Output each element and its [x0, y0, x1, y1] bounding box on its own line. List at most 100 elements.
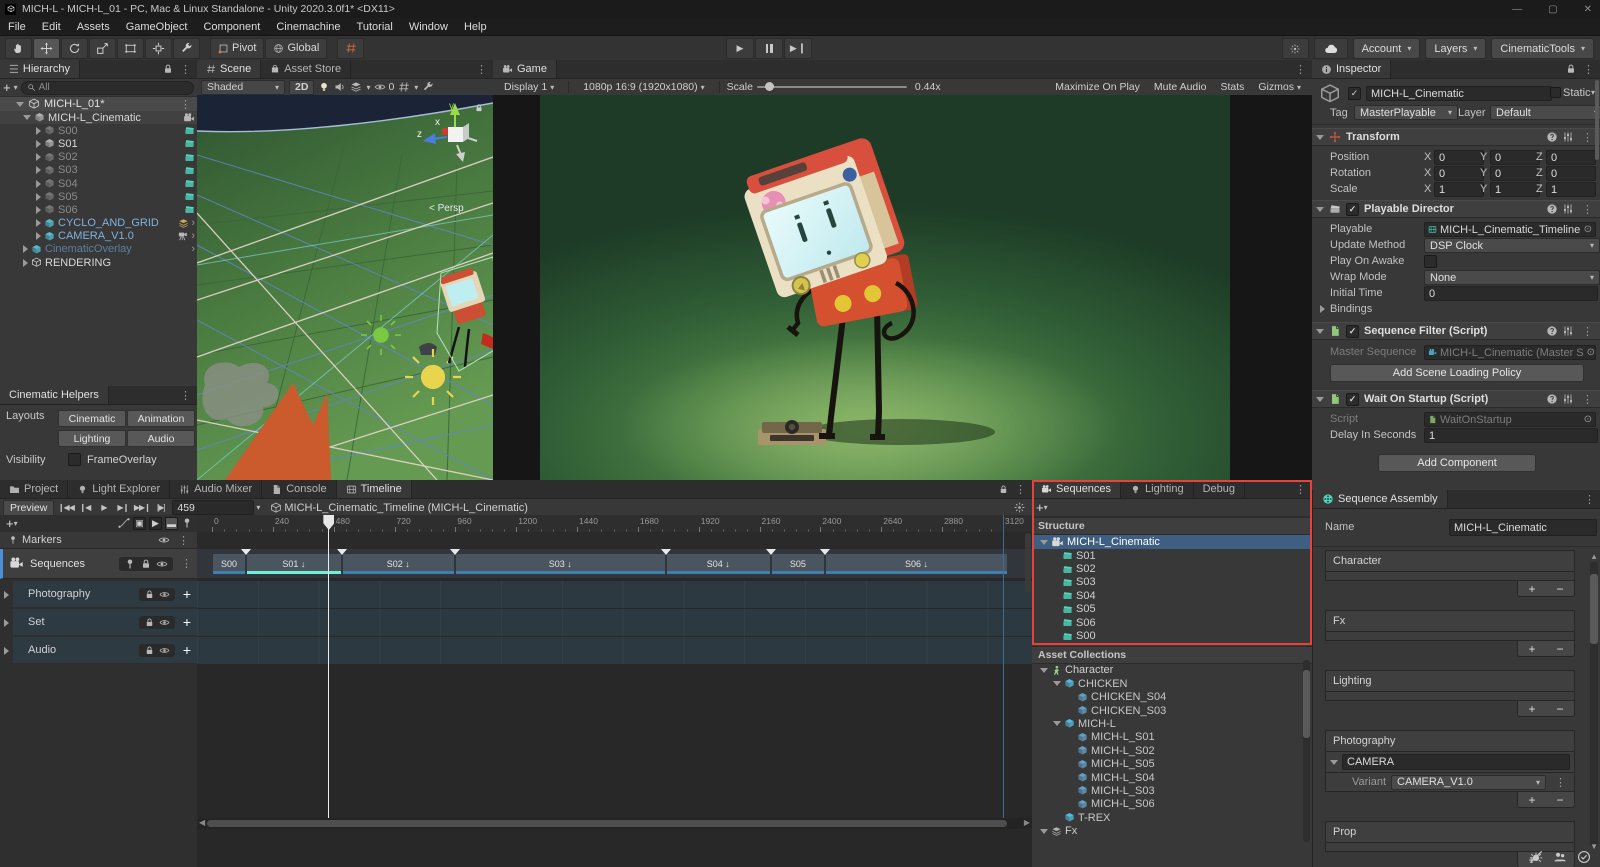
- sequence-marker[interactable]: [241, 549, 251, 555]
- asset-item[interactable]: CHICKEN_S03: [1032, 704, 1312, 717]
- hierarchy-item[interactable]: S02: [0, 151, 197, 164]
- section-add-button[interactable]: +: [1518, 641, 1546, 656]
- prefab-chevron-icon[interactable]: ›: [191, 217, 195, 229]
- add-clip-button[interactable]: +: [183, 642, 191, 658]
- sequence-item-s05[interactable]: S05: [1032, 603, 1312, 616]
- wait-on-startup-header[interactable]: ✓ Wait On Startup (Script) ⋮: [1312, 390, 1600, 408]
- assembly-scroll-thumb[interactable]: [1590, 574, 1598, 644]
- assembly-asset-row[interactable]: CAMERA: [1325, 752, 1575, 773]
- layout-animation-button[interactable]: Animation: [127, 410, 195, 427]
- play-button[interactable]: ▶: [94, 501, 113, 515]
- transform-scale-y-field[interactable]: 1: [1490, 182, 1540, 197]
- asset-item[interactable]: MICH-L_S04: [1032, 771, 1312, 784]
- tab-game[interactable]: Game: [493, 60, 557, 78]
- presets-icon[interactable]: [1562, 393, 1574, 405]
- sequence-item-s01[interactable]: S01: [1032, 549, 1312, 562]
- timeline-clip-s03[interactable]: S03 ↓: [455, 553, 666, 575]
- add-component-button[interactable]: Add Component: [1378, 454, 1536, 472]
- asset-item[interactable]: CHICKEN: [1032, 677, 1312, 690]
- sequence-playable-icon[interactable]: [184, 204, 195, 215]
- timeline-clip-s02[interactable]: S02 ↓: [342, 553, 455, 575]
- bindings-foldout[interactable]: Bindings: [1330, 303, 1372, 315]
- hidden-objects-toggle[interactable]: 0: [374, 81, 394, 93]
- track-lane-audio[interactable]: [197, 637, 1032, 664]
- tab-debug[interactable]: Debug: [1194, 480, 1245, 498]
- initial-time-field[interactable]: 0: [1424, 286, 1598, 301]
- eye-icon[interactable]: [159, 589, 170, 600]
- tab-project[interactable]: Project: [0, 480, 68, 498]
- asset-item[interactable]: T-REX: [1032, 811, 1312, 824]
- asset-item[interactable]: MICH-L_S02: [1032, 744, 1312, 757]
- menu-help[interactable]: Help: [456, 18, 495, 35]
- variant-menu-icon[interactable]: ⋮: [1551, 776, 1570, 789]
- panel-menu-icon[interactable]: ⋮: [472, 63, 491, 76]
- add-sequence-caret[interactable]: ▾: [1044, 503, 1048, 512]
- next-frame-button[interactable]: ▶❙: [113, 501, 132, 515]
- tab-sequence-assembly[interactable]: Sequence Assembly: [1313, 490, 1448, 508]
- hierarchy-item[interactable]: CinematicOverlay›: [0, 243, 197, 256]
- section-remove-button[interactable]: −: [1546, 581, 1574, 596]
- scene-tools-icon[interactable]: [422, 81, 434, 93]
- variant-dropdown[interactable]: CAMERA_V1.0▾: [1391, 775, 1546, 790]
- tab-cinematic-helpers[interactable]: Cinematic Helpers: [0, 386, 109, 404]
- tab-sequences[interactable]: Sequences: [1032, 480, 1121, 498]
- menu-file[interactable]: File: [0, 18, 34, 35]
- transform-tool-button[interactable]: [145, 38, 172, 59]
- maximize-button[interactable]: ▢: [1548, 4, 1557, 15]
- sequence-marker[interactable]: [766, 549, 776, 555]
- lock-icon[interactable]: [144, 645, 155, 656]
- rotate-tool-button[interactable]: [61, 38, 88, 59]
- add-sequence-button[interactable]: +: [1036, 500, 1044, 515]
- transform-scale-z-field[interactable]: 1: [1546, 182, 1596, 197]
- transform-rotation-x-field[interactable]: 0: [1434, 166, 1484, 181]
- timeline-hscrollbar[interactable]: ◀ ▶: [197, 818, 1032, 829]
- transform-rotation-z-field[interactable]: 0: [1546, 166, 1596, 181]
- playable-director-header[interactable]: ✓ Playable Director ⋮: [1312, 200, 1600, 218]
- play-on-awake-checkbox[interactable]: [1424, 255, 1437, 268]
- hierarchy-item[interactable]: S03: [0, 164, 197, 177]
- hierarchy-item[interactable]: CYCLO_AND_GRID›: [0, 217, 197, 230]
- eye-icon[interactable]: [158, 534, 170, 546]
- component-menu-icon[interactable]: ⋮: [1578, 325, 1597, 338]
- assembly-section-header[interactable]: Character: [1325, 550, 1575, 572]
- panel-menu-icon[interactable]: ⋮: [176, 63, 195, 76]
- gizmos-button[interactable]: Gizmos▾: [1251, 79, 1308, 95]
- menu-assets[interactable]: Assets: [69, 18, 118, 35]
- cloud-icon[interactable]: [1314, 38, 1348, 59]
- track-header-audio[interactable]: Audio+: [0, 637, 197, 664]
- scene-lighting-icon[interactable]: [318, 81, 330, 93]
- 2d-toggle[interactable]: 2D: [289, 80, 314, 95]
- collab-status-icon[interactable]: [1553, 850, 1567, 864]
- display-dropdown[interactable]: Display 1▾: [497, 79, 561, 95]
- sequence-filter-header[interactable]: ✓ Sequence Filter (Script) ⋮: [1312, 322, 1600, 340]
- hierarchy-item[interactable]: S00: [0, 124, 197, 137]
- tab-scene[interactable]: Scene: [197, 60, 261, 78]
- update-method-dropdown[interactable]: DSP Clock▾: [1424, 238, 1600, 253]
- scale-slider-thumb[interactable]: [765, 82, 774, 91]
- transform-scale-x-field[interactable]: 1: [1434, 182, 1484, 197]
- assembly-scroll-down-arrow[interactable]: ▼: [1590, 842, 1598, 851]
- clipmode-replace-icon[interactable]: ▬: [165, 517, 178, 530]
- prefab-chevron-icon[interactable]: ›: [191, 230, 195, 242]
- track-lane-set[interactable]: [197, 609, 1032, 636]
- panel-menu-icon[interactable]: ⋮: [176, 389, 195, 402]
- layout-dropdown[interactable]: CinematicTools▾: [1491, 38, 1594, 59]
- search-input[interactable]: All: [21, 81, 194, 95]
- transform-position-y-field[interactable]: 0: [1490, 150, 1540, 165]
- sequence-root-row[interactable]: MICH-L_Cinematic: [1032, 535, 1312, 549]
- help-icon[interactable]: [1546, 393, 1558, 405]
- clipmode-ripple-icon[interactable]: ▶: [149, 517, 162, 530]
- tab-timeline[interactable]: Timeline: [337, 480, 412, 498]
- presets-icon[interactable]: [1562, 131, 1574, 143]
- tab-inspector[interactable]: Inspector: [1312, 60, 1391, 78]
- grid-snapping-button[interactable]: [337, 38, 364, 59]
- scene-audio-icon[interactable]: [334, 81, 346, 93]
- lock-icon[interactable]: [998, 484, 1009, 495]
- transform-position-z-field[interactable]: 0: [1546, 150, 1596, 165]
- assembly-section-header[interactable]: Fx: [1325, 610, 1575, 632]
- timeline-lanes[interactable]: 0240480720960120014401680192021602400264…: [197, 515, 1032, 867]
- clipmode-mix-icon[interactable]: ▣: [133, 517, 146, 530]
- hierarchy-item[interactable]: RENDERING: [0, 256, 197, 269]
- tab-console[interactable]: Console: [262, 480, 336, 498]
- active-checkbox[interactable]: ✓: [1348, 87, 1361, 100]
